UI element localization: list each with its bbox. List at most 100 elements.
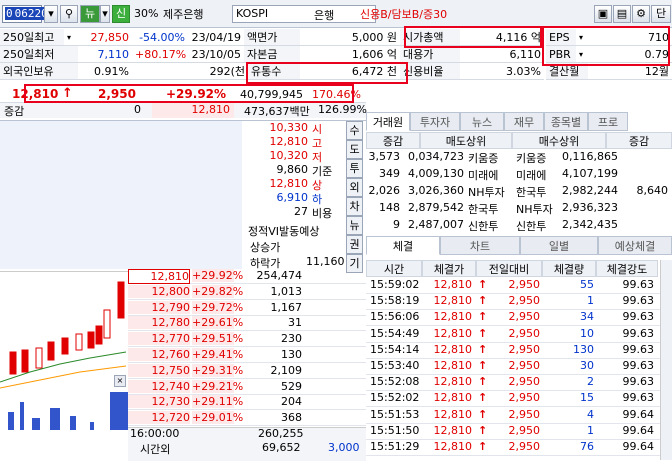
- broker-tab-4[interactable]: 종목별: [544, 112, 588, 131]
- nyu-button[interactable]: 뉴: [80, 5, 100, 23]
- trade-qty: 10: [580, 326, 594, 340]
- info-label: 자본금: [244, 46, 300, 63]
- credit-info: 신용B/담보B/증30: [360, 8, 448, 21]
- candle: [47, 341, 55, 361]
- trade-tab-2[interactable]: 일별: [520, 236, 598, 255]
- orderbook-row[interactable]: 12,770 +29.51% 230: [128, 332, 366, 348]
- orderbook-price: 12,780: [128, 316, 190, 330]
- price-panel: 10,330 시 12,810 고 10,320 저 9,860 기준 12,810 상 6,910…: [0, 120, 366, 461]
- info-label: EPS: [546, 29, 576, 46]
- up-arrow-icon: ↑: [478, 375, 488, 389]
- vtab-1[interactable]: 도: [346, 140, 363, 159]
- broker-tab-3[interactable]: 재무: [504, 112, 544, 131]
- vtab-6[interactable]: 권: [346, 235, 363, 254]
- trade-tab-3[interactable]: 예상체결: [598, 236, 672, 255]
- orderbook-qty: 368: [281, 411, 302, 425]
- trade-row[interactable]: 15:51:53 12,810 ↑ 2,950 4 99.64: [366, 408, 660, 424]
- volume-ratio: 126.99%: [318, 103, 367, 116]
- info-label: 결산월: [546, 63, 588, 80]
- trade-diff: 2,950: [508, 310, 541, 324]
- vtab-0[interactable]: 수: [346, 121, 363, 140]
- moving-average-line: [0, 351, 127, 383]
- chevron-down-icon[interactable]: ▾: [576, 46, 588, 63]
- code-dropdown-button[interactable]: ▾: [44, 5, 58, 23]
- trade-row[interactable]: 15:53:40 12,810 ↑ 2,950 30 99.63: [366, 359, 660, 375]
- vtab-5[interactable]: 뉴: [346, 216, 363, 235]
- vtab-3[interactable]: 외: [346, 178, 363, 197]
- nyu-dropdown-icon[interactable]: ▾: [100, 5, 110, 23]
- trade-row[interactable]: 15:54:14 12,810 ↑ 2,950 130 99.63: [366, 343, 660, 359]
- broker-tab-0[interactable]: 거래원: [366, 112, 410, 131]
- orderbook-row[interactable]: 12,810 +29.92% 254,474: [128, 269, 366, 284]
- chevron-down-icon[interactable]: ▾: [576, 29, 588, 46]
- orderbook-row[interactable]: 12,740 +29.21% 529: [128, 379, 366, 395]
- trade-time: 15:54:49: [370, 326, 420, 340]
- vtab-7[interactable]: 기: [346, 254, 363, 273]
- broker-buy-name[interactable]: NH투자: [516, 201, 562, 217]
- search-icon[interactable]: ⚲: [60, 5, 78, 23]
- orderbook-price: 12,760: [128, 348, 190, 361]
- summary-price: 6,910: [276, 191, 309, 204]
- trade-row[interactable]: 15:51:50 12,810 ↑ 2,950 1 99.64: [366, 424, 660, 440]
- trade-row[interactable]: 15:52:02 12,810 ↑ 2,950 15 99.63: [366, 391, 660, 408]
- orderbook-price: 12,750: [128, 363, 190, 377]
- trade-row[interactable]: 15:56:06 12,810 ↑ 2,950 34 99.63: [366, 310, 660, 327]
- orderbook-row[interactable]: 12,780 +29.61% 31: [128, 316, 366, 332]
- broker-buy-name[interactable]: 한국투: [516, 184, 562, 200]
- broker-header: 증감: [366, 132, 420, 149]
- gear-icon[interactable]: ⚙: [632, 5, 650, 23]
- orderbook-qty: 1,013: [270, 284, 303, 298]
- trade-time: 15:59:02: [370, 278, 420, 291]
- stock-info-table: 250일최고 ▾ 27,850 -54.00% 23/04/19 액면가 5,0…: [0, 29, 672, 83]
- broker-buy-name[interactable]: 미래에: [516, 167, 562, 183]
- broker-sell-name[interactable]: 한국투: [468, 201, 514, 217]
- orderbook-row[interactable]: 12,730 +29.11% 204: [128, 395, 366, 411]
- trade-diff: 2,950: [508, 440, 541, 453]
- trade-qty: 76: [580, 440, 594, 453]
- broker-tab-2[interactable]: 뉴스: [460, 112, 504, 131]
- dan-button[interactable]: 단: [651, 5, 671, 23]
- trade-row[interactable]: 15:51:29 12,810 ↑ 2,950 76 99.64: [366, 440, 660, 456]
- trade-strength: 99.64: [622, 423, 655, 437]
- broker-sell-name[interactable]: 신한투: [468, 218, 514, 234]
- broker-buy-name[interactable]: 키움증: [516, 150, 562, 166]
- trade-diff: 2,950: [508, 342, 541, 356]
- trade-time: 15:51:53: [370, 407, 420, 421]
- orderbook-price: 12,730: [128, 395, 190, 409]
- orderbook-row[interactable]: 12,790 +29.72% 1,167: [128, 300, 366, 316]
- stock-code-input[interactable]: 0 06220: [2, 5, 49, 23]
- close-icon[interactable]: ×: [114, 375, 126, 387]
- trade-row[interactable]: 15:52:08 12,810 ↑ 2,950 2 99.63: [366, 375, 660, 392]
- vtab-2[interactable]: 투: [346, 159, 363, 178]
- broker-sell-name[interactable]: 미래에: [468, 167, 514, 183]
- layout-icon[interactable]: ▤: [613, 5, 631, 23]
- trade-row[interactable]: 15:59:02 12,810 ↑ 2,950 55 99.63: [366, 278, 660, 294]
- current-price: 12,810: [12, 87, 59, 101]
- chevron-down-icon[interactable]: ▾: [64, 29, 78, 46]
- info-date: 23/10/05: [188, 46, 244, 63]
- trade-tab-1[interactable]: 차트: [440, 236, 520, 255]
- broker-tab-5[interactable]: 프로: [588, 112, 628, 131]
- orderbook-row[interactable]: 12,720 +29.01% 368: [128, 411, 366, 427]
- trade-header: 체결강도: [596, 260, 658, 277]
- trade-row[interactable]: 15:54:49 12,810 ↑ 2,950 10 99.63: [366, 327, 660, 343]
- orderbook-row[interactable]: 12,750 +29.31% 2,109: [128, 363, 366, 379]
- broker-tab-1[interactable]: 투자자: [410, 112, 460, 131]
- up-arrow-icon: ↑: [478, 359, 488, 372]
- orderbook-row[interactable]: 12,760 +29.41% 130: [128, 348, 366, 363]
- broker-buy-name[interactable]: 신한투: [516, 218, 562, 234]
- trade-price: 12,810: [433, 423, 473, 437]
- broker-sell-name[interactable]: 키움증: [468, 150, 514, 166]
- vtab-4[interactable]: 차: [346, 197, 363, 216]
- trade-row[interactable]: 15:58:19 12,810 ↑ 2,950 1 99.63: [366, 294, 660, 311]
- window-icon[interactable]: ▣: [594, 5, 612, 23]
- broker-buy-qty: 0,116,865: [562, 150, 618, 163]
- credit-button[interactable]: 신: [112, 5, 130, 23]
- summary-price: 10,330: [269, 121, 309, 134]
- orderbook-pct: +29.01%: [192, 411, 244, 425]
- scrollbar[interactable]: [660, 260, 672, 460]
- trade-tab-0[interactable]: 체결: [366, 236, 440, 255]
- orderbook-row[interactable]: 12,800 +29.82% 1,013: [128, 284, 366, 300]
- trade-time: 15:54:14: [370, 342, 420, 356]
- broker-sell-name[interactable]: NH투자: [468, 184, 514, 200]
